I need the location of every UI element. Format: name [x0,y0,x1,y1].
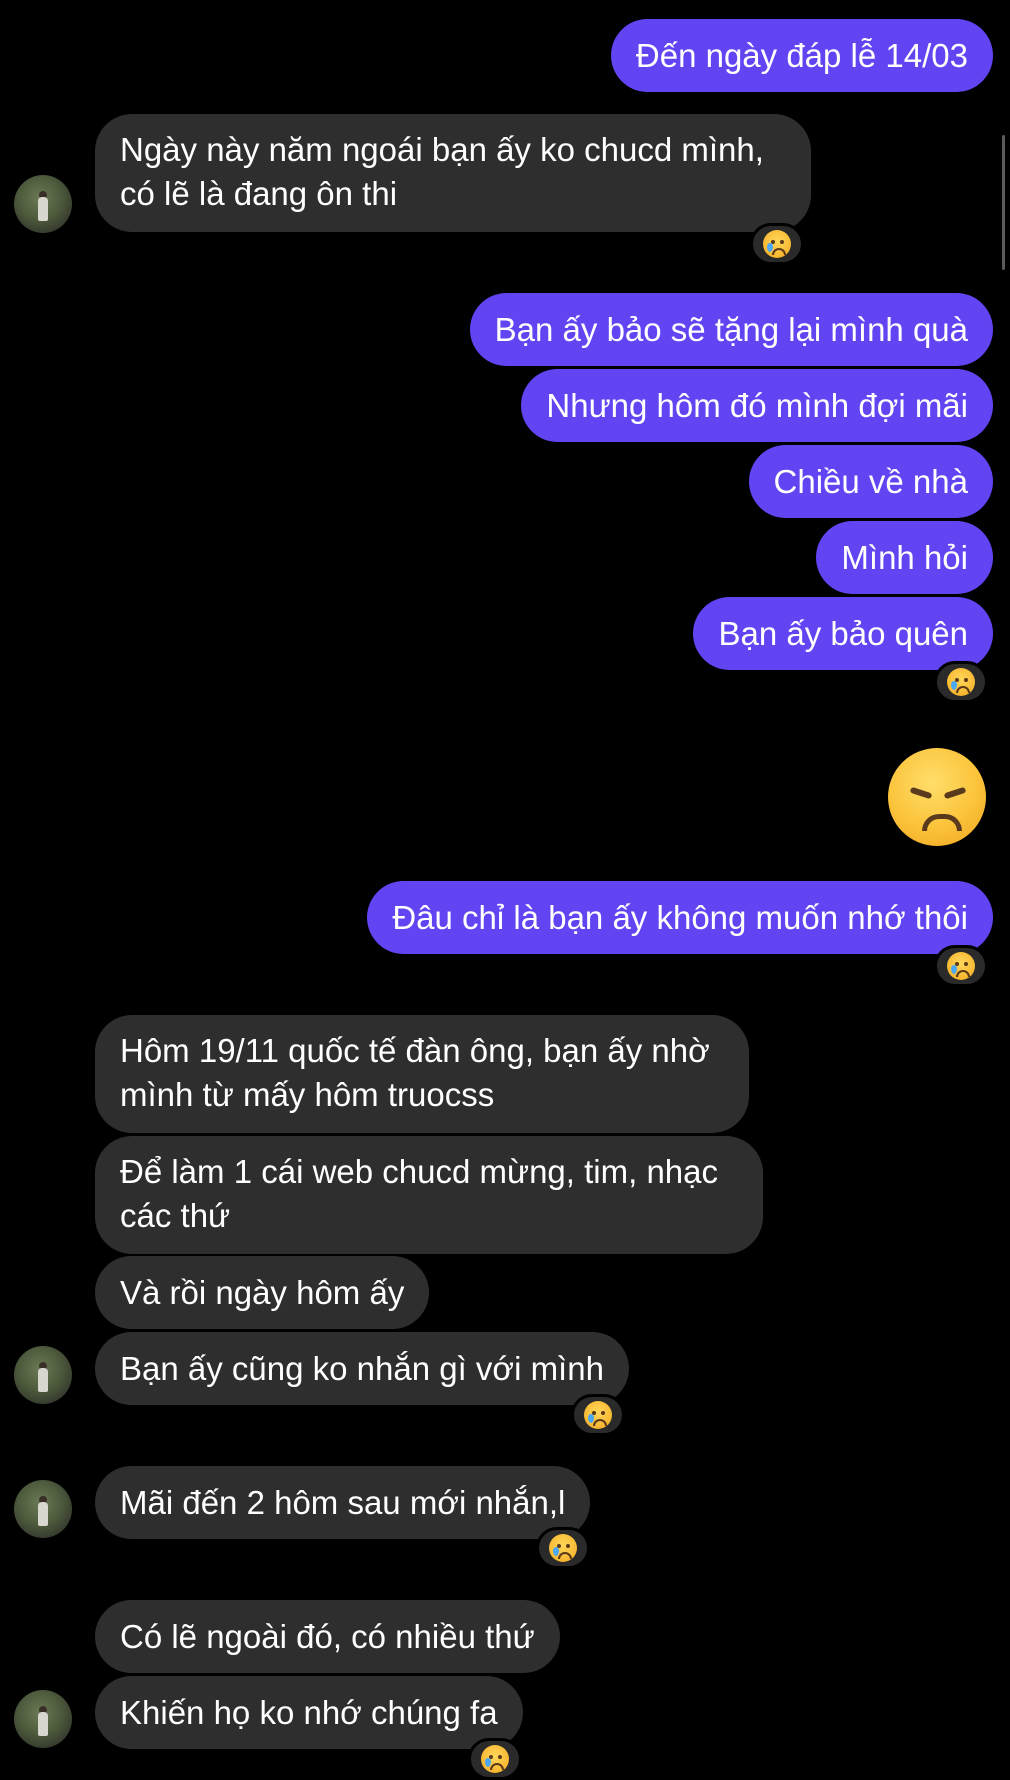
message-text: Ngày này năm ngoái bạn ấy ko chucd mình, [120,131,764,168]
message-text: Bạn ấy cũng ko nhắn gì với mình [120,1350,604,1387]
incoming-message[interactable]: Có lẽ ngoài đó, có nhiều thứ [95,1600,560,1673]
outgoing-message[interactable]: Chiều về nhà [748,445,993,518]
message-text: Để làm 1 cái web chucd mừng, tim, nhạc [120,1153,719,1190]
message-text: Mình hỏi [841,539,968,576]
crying-face-icon[interactable] [750,223,804,265]
message-text: có lẽ là đang ôn thi [120,175,398,212]
avatar[interactable] [14,1346,72,1404]
message-text: các thứ [120,1197,231,1234]
outgoing-message[interactable]: Đâu chỉ là bạn ấy không muốn nhớ thôi [367,881,993,954]
incoming-message[interactable]: Mãi đến 2 hôm sau mới nhắn,l [95,1466,591,1539]
message-text: Mãi đến 2 hôm sau mới nhắn,l [120,1484,566,1521]
disappointed-face-icon[interactable] [888,748,986,846]
message-text: Chiều về nhà [773,463,968,500]
message-text: mình từ mấy hôm truocss [120,1076,495,1113]
crying-face-icon[interactable] [536,1527,590,1569]
crying-face-icon[interactable] [468,1738,522,1780]
message-text: Nhưng hôm đó mình đợi mãi [546,387,968,424]
outgoing-message[interactable]: Nhưng hôm đó mình đợi mãi [521,369,993,442]
crying-face-icon[interactable] [934,661,988,703]
message-text: Bạn ấy bảo quên [718,615,968,652]
outgoing-message[interactable]: Đến ngày đáp lễ 14/03 [610,19,993,92]
incoming-message[interactable]: Ngày này năm ngoái bạn ấy ko chucd mình,… [95,114,811,232]
outgoing-message[interactable]: Bạn ấy bảo sẽ tặng lại mình quà [469,293,993,366]
message-text: Và rồi ngày hôm ấy [120,1274,405,1311]
avatar[interactable] [14,175,72,233]
message-text: Bạn ấy bảo sẽ tặng lại mình quà [494,311,968,348]
incoming-message[interactable]: Và rồi ngày hôm ấy [95,1256,430,1329]
outgoing-message[interactable]: Mình hỏi [816,521,993,594]
avatar[interactable] [14,1690,72,1748]
incoming-message[interactable]: Để làm 1 cái web chucd mừng, tim, nhạc c… [95,1136,763,1254]
avatar[interactable] [14,1480,72,1538]
crying-face-icon[interactable] [934,945,988,987]
outgoing-message[interactable]: Bạn ấy bảo quên [693,597,993,670]
crying-face-icon[interactable] [571,1394,625,1436]
incoming-message[interactable]: Bạn ấy cũng ko nhắn gì với mình [95,1332,629,1405]
message-text: Hôm 19/11 quốc tế đàn ông, bạn ấy nhờ [120,1032,710,1069]
message-text: Đâu chỉ là bạn ấy không muốn nhớ thôi [392,899,968,936]
message-text: Khiến họ ko nhớ chúng fa [120,1694,498,1731]
incoming-message[interactable]: Khiến họ ko nhớ chúng fa [95,1676,523,1749]
message-text: Đến ngày đáp lễ 14/03 [635,37,968,74]
scrollbar[interactable] [1002,135,1005,270]
message-text: Có lẽ ngoài đó, có nhiều thứ [120,1618,535,1655]
incoming-message[interactable]: Hôm 19/11 quốc tế đàn ông, bạn ấy nhờ mì… [95,1015,749,1133]
